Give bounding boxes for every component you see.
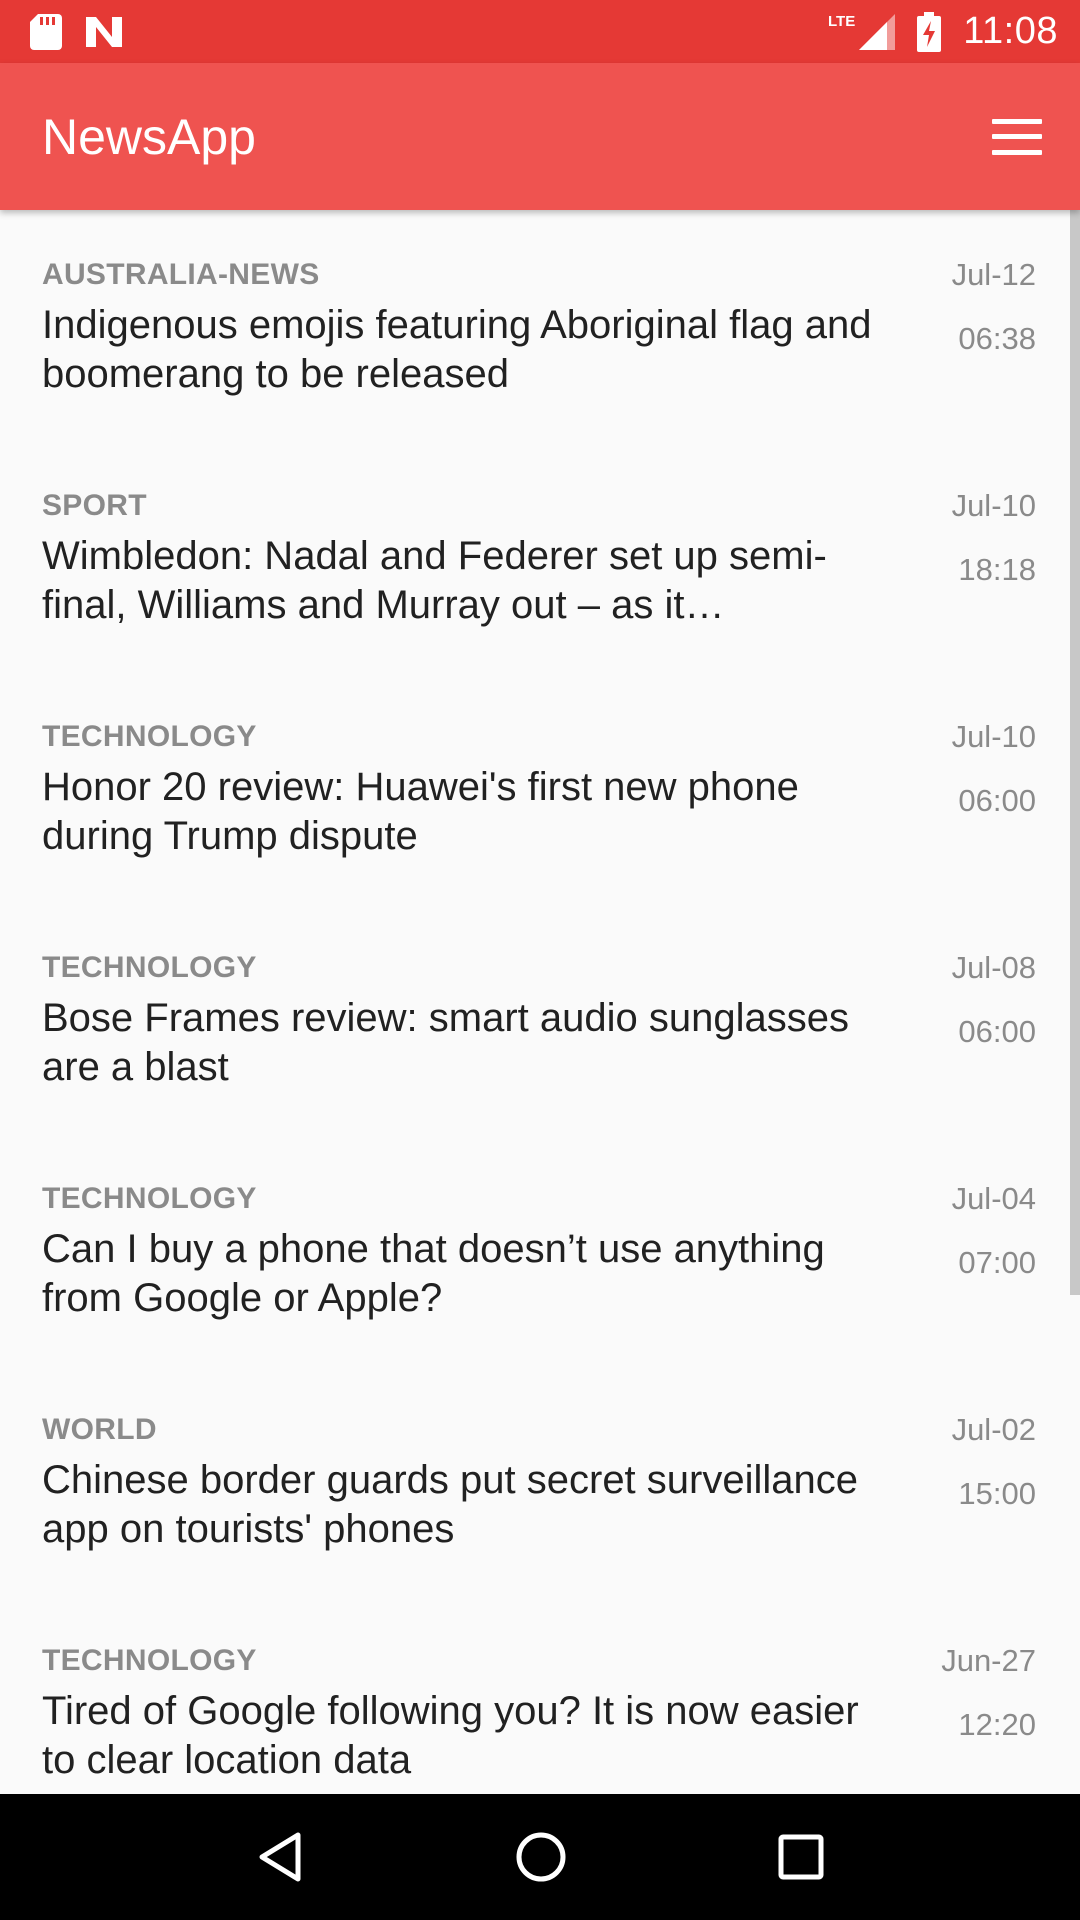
- hamburger-menu-icon[interactable]: [992, 118, 1042, 155]
- news-category: TECHNOLOGY: [42, 951, 257, 984]
- back-icon[interactable]: [256, 1831, 304, 1883]
- sd-card-icon: [30, 13, 62, 50]
- news-item[interactable]: TECHNOLOGY Bose Frames review: smart aud…: [0, 903, 1080, 1134]
- news-time: 12:20: [958, 1707, 1036, 1742]
- news-date: Jul-12: [951, 257, 1036, 292]
- n-logo-icon: [84, 15, 124, 49]
- news-category: TECHNOLOGY: [42, 1644, 257, 1677]
- news-list[interactable]: AUSTRALIA-NEWS Indigenous emojis featuri…: [0, 210, 1080, 1794]
- news-time: 18:18: [958, 552, 1036, 587]
- news-headline: Indigenous emojis featuring Aboriginal f…: [42, 303, 872, 396]
- app-title: NewsApp: [42, 108, 256, 165]
- status-right: LTE 11:08: [828, 10, 1058, 53]
- news-date: Jul-04: [951, 1181, 1036, 1216]
- news-headline: Tired of Google following you? It is now…: [42, 1689, 859, 1782]
- news-time: 07:00: [958, 1245, 1036, 1280]
- news-item[interactable]: WORLD Chinese border guards put secret s…: [0, 1365, 1080, 1596]
- battery-charging-icon: [917, 11, 942, 52]
- news-category: SPORT: [42, 489, 147, 522]
- home-icon[interactable]: [515, 1831, 567, 1883]
- news-category: WORLD: [42, 1413, 157, 1446]
- news-time: 06:00: [958, 1014, 1036, 1049]
- news-item[interactable]: AUSTRALIA-NEWS Indigenous emojis featuri…: [0, 210, 1080, 441]
- recents-icon[interactable]: [778, 1834, 824, 1880]
- news-time: 06:38: [958, 321, 1036, 356]
- news-category: AUSTRALIA-NEWS: [42, 258, 320, 291]
- news-item[interactable]: TECHNOLOGY Can I buy a phone that doesn’…: [0, 1134, 1080, 1365]
- news-date: Jul-10: [951, 719, 1036, 754]
- news-item[interactable]: SPORT Wimbledon: Nadal and Federer set u…: [0, 441, 1080, 672]
- app-bar: NewsApp: [0, 63, 1080, 210]
- news-headline: Bose Frames review: smart audio sunglass…: [42, 996, 849, 1089]
- news-headline: Can I buy a phone that doesn’t use anyth…: [42, 1227, 825, 1320]
- news-item[interactable]: TECHNOLOGY Tired of Google following you…: [0, 1596, 1080, 1794]
- signal-icon: [859, 13, 896, 50]
- news-category: TECHNOLOGY: [42, 720, 257, 753]
- news-date: Jul-02: [951, 1412, 1036, 1447]
- status-time: 11:08: [963, 10, 1058, 52]
- network-type-label: LTE: [828, 13, 856, 30]
- news-headline: Chinese border guards put secret surveil…: [42, 1458, 858, 1551]
- status-left: [30, 13, 124, 50]
- scrollbar[interactable]: [1070, 210, 1080, 1295]
- news-date: Jul-10: [951, 488, 1036, 523]
- news-headline: Honor 20 review: Huawei's first new phon…: [42, 765, 799, 858]
- navigation-bar: [0, 1794, 1080, 1920]
- news-item[interactable]: TECHNOLOGY Honor 20 review: Huawei's fir…: [0, 672, 1080, 903]
- news-date: Jul-08: [951, 950, 1036, 985]
- news-time: 15:00: [958, 1476, 1036, 1511]
- news-time: 06:00: [958, 783, 1036, 818]
- status-bar: LTE 11:08: [0, 0, 1080, 63]
- news-category: TECHNOLOGY: [42, 1182, 257, 1215]
- news-headline: Wimbledon: Nadal and Federer set up semi…: [42, 534, 827, 627]
- news-date: Jun-27: [941, 1643, 1036, 1678]
